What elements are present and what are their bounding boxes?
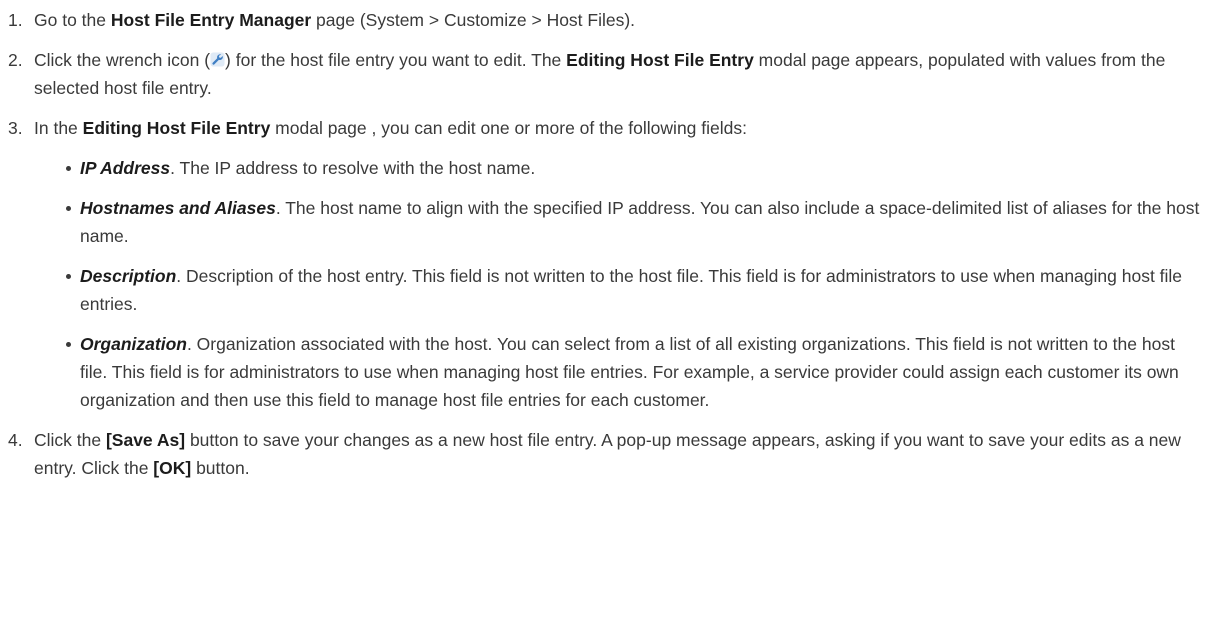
field-item-hostnames: Hostnames and Aliases. The host name to …: [66, 194, 1201, 250]
step-text: In the Editing Host File Entry modal pag…: [34, 118, 747, 138]
step-text: Click the [Save As] button to save your …: [34, 430, 1181, 478]
field-description: . Description of the host entry. This fi…: [80, 266, 1183, 314]
field-name: Description: [80, 266, 177, 286]
field-item-description: Description. Description of the host ent…: [66, 262, 1201, 318]
step-number: 4.: [8, 430, 23, 450]
save-as-reference: [Save As]: [105, 430, 186, 450]
field-description: . Organization associated with the host.…: [80, 334, 1179, 410]
step-text: Click the wrench icon ( ) for the host f…: [34, 50, 1166, 98]
field-name: Hostnames and Aliases: [80, 198, 276, 218]
step-1: 1. Go to the Host File Entry Manager pag…: [8, 6, 1201, 34]
field-name: Organization: [80, 334, 187, 354]
field-name: IP Address: [80, 158, 171, 178]
step-2: 2. Click the wrench icon ( ) for the hos…: [8, 46, 1201, 102]
field-list: IP Address. The IP address to resolve wi…: [34, 154, 1201, 414]
field-item-organization: Organization. Organization associated wi…: [66, 330, 1201, 414]
field-description: . The IP address to resolve with the hos…: [170, 158, 536, 178]
ui-reference: Editing Host File Entry: [82, 118, 271, 138]
step-3: 3. In the Editing Host File Entry modal …: [8, 114, 1201, 414]
step-text: Go to the Host File Entry Manager page (…: [34, 10, 636, 30]
step-number: 3.: [8, 118, 23, 138]
wrench-icon: [210, 52, 225, 67]
ok-reference: [OK]: [153, 458, 192, 478]
document-body: 1. Go to the Host File Entry Manager pag…: [0, 0, 1209, 482]
ui-reference: Editing Host File Entry: [566, 50, 754, 70]
procedure-steps: 1. Go to the Host File Entry Manager pag…: [8, 6, 1201, 482]
step-number: 2.: [8, 50, 23, 70]
step-4: 4. Click the [Save As] button to save yo…: [8, 426, 1201, 482]
ui-reference: Host File Entry Manager: [110, 10, 312, 30]
step-number: 1.: [8, 10, 23, 30]
field-item-ip-address: IP Address. The IP address to resolve wi…: [66, 154, 1201, 182]
